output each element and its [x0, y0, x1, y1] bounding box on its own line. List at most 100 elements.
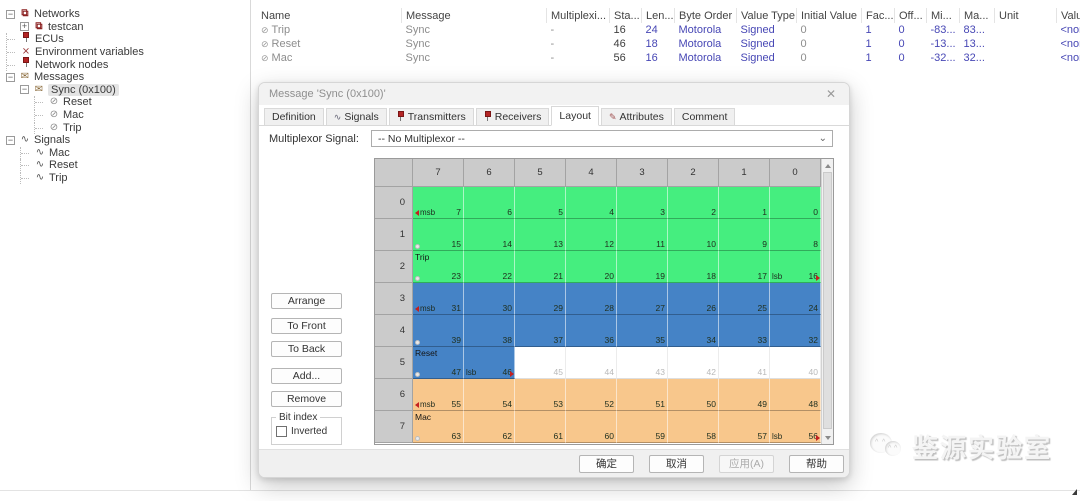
bit-cell[interactable]: 27: [617, 283, 668, 315]
bit-cell[interactable]: 8: [770, 219, 821, 251]
collapse-icon[interactable]: −: [20, 85, 29, 94]
column-header-multiplexi-[interactable]: Multiplexi...: [547, 8, 610, 23]
bit-cell[interactable]: 54: [464, 379, 515, 411]
bit-cell[interactable]: 20: [566, 251, 617, 283]
bit-cell[interactable]: 28: [566, 283, 617, 315]
bit-cell[interactable]: 35: [617, 315, 668, 347]
add--button[interactable]: Add...: [271, 368, 342, 384]
dialog-button-1[interactable]: 取消: [649, 455, 704, 473]
tree-item-reset[interactable]: ⊘Reset: [2, 96, 248, 109]
bit-cell[interactable]: 61: [515, 411, 566, 443]
dialog-button-0[interactable]: 确定: [579, 455, 634, 473]
bit-cell[interactable]: 15: [413, 219, 464, 251]
tree-item-testcan[interactable]: +⧉testcan: [2, 21, 248, 34]
multiplexor-signal-select[interactable]: -- No Multiplexor -- ⌄: [371, 130, 833, 147]
dialog-button-3[interactable]: 帮助: [789, 455, 844, 473]
bit-cell[interactable]: lsb46: [464, 347, 515, 379]
bit-cell[interactable]: 2: [668, 187, 719, 219]
close-icon[interactable]: ✕: [822, 86, 840, 103]
bit-cell[interactable]: 49: [719, 379, 770, 411]
scrollbar-thumb[interactable]: [823, 172, 832, 429]
bit-cell[interactable]: 50: [668, 379, 719, 411]
arrange-button[interactable]: Arrange: [271, 293, 342, 309]
tab-signals[interactable]: ∿Signals: [326, 108, 387, 125]
bit-cell[interactable]: 43: [617, 347, 668, 379]
bit-cell[interactable]: lsb16: [770, 251, 821, 283]
panel-splitter[interactable]: [250, 0, 251, 490]
column-header-message[interactable]: Message: [402, 8, 547, 23]
bit-cell[interactable]: 44: [566, 347, 617, 379]
tree-item-trip[interactable]: ∿Trip: [2, 172, 248, 185]
bit-cell[interactable]: 33: [719, 315, 770, 347]
bit-cell[interactable]: 57: [719, 411, 770, 443]
tab-layout[interactable]: Layout: [551, 106, 599, 126]
table-row[interactable]: ⊘ResetSync-4618MotorolaSigned010-13...13…: [251, 37, 1080, 51]
bit-cell[interactable]: 6: [464, 187, 515, 219]
bit-cell[interactable]: 9: [719, 219, 770, 251]
column-header-unit[interactable]: Unit: [995, 8, 1057, 23]
bit-cell[interactable]: 45: [515, 347, 566, 379]
tree-item-reset[interactable]: ∿Reset: [2, 159, 248, 172]
tab-definition[interactable]: Definition: [264, 108, 324, 125]
inverted-checkbox[interactable]: [276, 426, 287, 437]
grid-scrollbar[interactable]: [821, 159, 833, 444]
bit-cell[interactable]: Reset47: [413, 347, 464, 379]
tree-item-networks[interactable]: −⧉Networks: [2, 8, 248, 21]
to-front-button[interactable]: To Front: [271, 318, 342, 334]
bit-cell[interactable]: 38: [464, 315, 515, 347]
tree-item-mac[interactable]: ⊘Mac: [2, 109, 248, 122]
bit-cell[interactable]: 36: [566, 315, 617, 347]
bit-cell[interactable]: msb7: [413, 187, 464, 219]
bit-cell[interactable]: 24: [770, 283, 821, 315]
table-row[interactable]: ⊘MacSync-5616MotorolaSigned010-32...32..…: [251, 51, 1080, 65]
column-header-value-type[interactable]: Value Type: [737, 8, 797, 23]
tab-transmitters[interactable]: Transmitters: [389, 108, 474, 125]
bit-cell[interactable]: 42: [668, 347, 719, 379]
bit-cell[interactable]: 11: [617, 219, 668, 251]
bit-cell[interactable]: 10: [668, 219, 719, 251]
bit-cell[interactable]: 32: [770, 315, 821, 347]
bit-cell[interactable]: 62: [464, 411, 515, 443]
column-header-sta-[interactable]: Sta...: [610, 8, 642, 23]
bit-cell[interactable]: 41: [719, 347, 770, 379]
remove-button[interactable]: Remove: [271, 391, 342, 407]
collapse-icon[interactable]: −: [6, 10, 15, 19]
bit-cell[interactable]: 17: [719, 251, 770, 283]
bit-cell[interactable]: 52: [566, 379, 617, 411]
tree-item-ecus[interactable]: ECUs: [2, 33, 248, 46]
column-header-byte-order[interactable]: Byte Order: [675, 8, 737, 23]
bit-cell[interactable]: 34: [668, 315, 719, 347]
column-header-len-[interactable]: Len...: [642, 8, 675, 23]
bit-cell[interactable]: 5: [515, 187, 566, 219]
bit-cell[interactable]: 48: [770, 379, 821, 411]
column-header-initial-value[interactable]: Initial Value: [797, 8, 862, 23]
column-header-name[interactable]: Name: [251, 8, 402, 23]
tree-item-sync-0x100-[interactable]: −✉Sync (0x100): [2, 84, 248, 97]
tree-item-environment-variables[interactable]: ⨯Environment variables: [2, 46, 248, 59]
column-header-fac-[interactable]: Fac...: [862, 8, 895, 23]
tree-item-messages[interactable]: −✉Messages: [2, 71, 248, 84]
bit-cell[interactable]: 58: [668, 411, 719, 443]
bit-cell[interactable]: 53: [515, 379, 566, 411]
tree-item-mac[interactable]: ∿Mac: [2, 147, 248, 160]
collapse-icon[interactable]: −: [6, 136, 15, 145]
bit-cell[interactable]: 19: [617, 251, 668, 283]
bit-cell[interactable]: 59: [617, 411, 668, 443]
table-row[interactable]: ⊘TripSync-1624MotorolaSigned010-83...83.…: [251, 23, 1080, 37]
tab-receivers[interactable]: Receivers: [476, 108, 550, 125]
bit-cell[interactable]: 39: [413, 315, 464, 347]
tab-attributes[interactable]: ✎Attributes: [601, 108, 672, 125]
bit-cell[interactable]: 12: [566, 219, 617, 251]
bit-cell[interactable]: Mac63: [413, 411, 464, 443]
tab-comment[interactable]: Comment: [674, 108, 736, 125]
bit-cell[interactable]: 3: [617, 187, 668, 219]
expand-icon[interactable]: +: [20, 22, 29, 31]
bit-cell[interactable]: 13: [515, 219, 566, 251]
tree-item-trip[interactable]: ⊘Trip: [2, 121, 248, 134]
bit-cell[interactable]: 40: [770, 347, 821, 379]
column-header-ma-[interactable]: Ma...: [960, 8, 995, 23]
bit-cell[interactable]: 26: [668, 283, 719, 315]
bit-cell[interactable]: 51: [617, 379, 668, 411]
bit-cell[interactable]: 18: [668, 251, 719, 283]
bit-cell[interactable]: lsb56: [770, 411, 821, 443]
